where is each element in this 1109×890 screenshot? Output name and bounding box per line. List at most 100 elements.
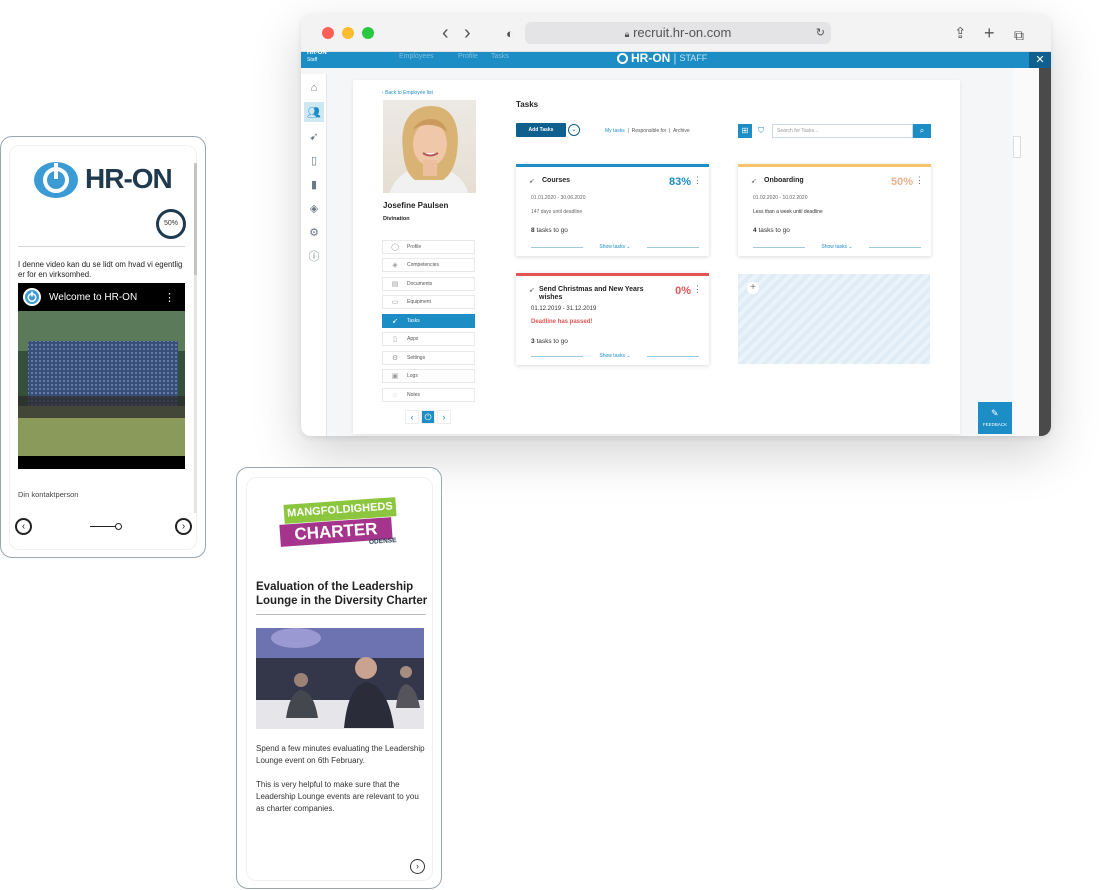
app-product: STAFF (679, 53, 708, 63)
rocket-icon: ➹ (529, 178, 535, 185)
task-search-input[interactable]: Search for Tasks... (772, 124, 913, 138)
reload-icon[interactable]: ↻ (816, 22, 825, 44)
note-icon: ◌ (392, 391, 398, 399)
menu-item-equipment[interactable]: ▭ Equipment (382, 295, 475, 309)
step-slider[interactable] (90, 522, 122, 530)
rocket-icon[interactable]: ➹ (304, 126, 324, 146)
log-icon: ▣ (391, 373, 399, 380)
contact-label: Din kontaktperson (18, 490, 79, 499)
next-arrow-icon[interactable]: › (410, 859, 425, 874)
more-options-icon[interactable]: ⋮ (915, 175, 924, 186)
team-photo (18, 311, 185, 456)
task-card-percent: 83% (668, 176, 691, 188)
info-icon[interactable]: ⓘ (304, 246, 324, 266)
tabs-overview-icon[interactable]: ⧉ (1014, 25, 1024, 45)
progress-indicator: 50% (156, 209, 186, 239)
pager-prev-button[interactable]: ‹ (405, 410, 419, 424)
app-nav-employees[interactable]: Employees (399, 53, 434, 60)
employee-photo (383, 100, 476, 193)
menu-item-documents[interactable]: ▤ Documents (382, 277, 475, 291)
graduation-icon[interactable]: ◈ (304, 198, 324, 218)
employee-pager: ‹ ⏻ › (405, 410, 451, 424)
pager-next-button[interactable]: › (437, 410, 451, 424)
battery-icon[interactable]: ▮ (304, 174, 324, 194)
window-close-button[interactable] (322, 27, 334, 39)
share-icon[interactable]: ⇪ (954, 24, 967, 44)
filter-archive[interactable]: Archive (673, 128, 690, 134)
previous-arrow-icon[interactable]: ‹ (15, 518, 32, 535)
menu-item-competencies[interactable]: ◈ Competencies (382, 258, 475, 272)
more-options-icon[interactable]: ⋮ (693, 284, 702, 295)
search-icon[interactable]: ⌕ (913, 124, 931, 138)
address-bar[interactable]: 🔒︎ recruit.hr-on.com ↻ (525, 22, 831, 44)
window-minimize-button[interactable] (342, 27, 354, 39)
feedback-label: FEEDBACK (982, 422, 1008, 427)
background-overlay (1039, 68, 1051, 436)
settings-icon[interactable]: ⚙ (304, 222, 324, 242)
app-sidebar: ⌂ 👥︎ ➹ ▯ ▮ ◈ ⚙ ⓘ (301, 74, 327, 436)
url-text: recruit.hr-on.com (633, 25, 732, 40)
new-tab-icon[interactable]: + (984, 23, 995, 43)
hr-on-logo: HR-ON (33, 159, 173, 199)
employee-panel: ‹ Back to Employee list Josefine Paulsen… (353, 80, 960, 434)
phone-icon[interactable]: ▯ (304, 150, 324, 170)
divider (256, 614, 426, 615)
filter-icon[interactable]: ⛉ (755, 124, 767, 138)
sidebar-toggle-icon[interactable]: ◐ (506, 24, 514, 44)
scrollbar[interactable] (194, 163, 197, 513)
back-link[interactable]: ‹ Back to Employee list (382, 90, 433, 96)
filter-responsible-for[interactable]: Responsible for (632, 128, 667, 134)
video-thumbnail[interactable] (18, 311, 185, 456)
add-task-card[interactable]: + (738, 274, 930, 364)
pager-power-icon[interactable]: ⏻ (421, 410, 435, 424)
task-card-christmas-wishes[interactable]: ➹ Send Christmas and New Years wishes 0%… (516, 273, 709, 365)
menu-label: Settings (407, 355, 426, 361)
feedback-button[interactable]: ✎ FEEDBACK (978, 402, 1012, 434)
app-header: HR-ON Staff Employees Profile Tasks HR-O… (301, 50, 1051, 68)
task-card-dates: 01.01.2020 - 30.06.2020 (531, 195, 586, 201)
task-card-courses[interactable]: ➹ Courses 83% ⋮ 01.01.2020 - 30.06.2020 … (516, 164, 709, 256)
home-icon[interactable]: ⌂ (304, 78, 324, 98)
task-card-count: 4 tasks to go (753, 227, 790, 234)
menu-item-settings[interactable]: ⚙ Settings (382, 351, 475, 365)
forward-arrow-icon[interactable]: › (464, 23, 471, 43)
task-card-percent: 50% (890, 176, 913, 188)
menu-label: Profile (407, 244, 422, 250)
task-card-count: 8 tasks to go (531, 227, 568, 234)
window-zoom-button[interactable] (362, 27, 374, 39)
scrollbar-thumb[interactable] (194, 163, 197, 275)
menu-label: Documents (407, 281, 433, 287)
menu-item-profile[interactable]: ◯ Profile (382, 240, 475, 254)
task-card-count: 3 tasks to go (531, 338, 568, 345)
show-tasks-link[interactable]: Show tasks ⌄ (531, 353, 699, 359)
settings-icon: ⚙ (391, 355, 399, 362)
users-icon[interactable]: 👥︎ (304, 102, 324, 122)
app-nav-tasks[interactable]: Tasks (491, 53, 509, 60)
intro-text: I denne video kan du se lidt om hvad vi … (18, 260, 183, 279)
task-filters: My tasks | Responsible for | Archive (605, 128, 690, 134)
grid-view-icon[interactable]: ⊞ (738, 124, 752, 138)
rocket-icon: ➹ (529, 287, 535, 294)
show-tasks-link[interactable]: Show tasks ⌄ (531, 244, 699, 250)
menu-item-notes[interactable]: ◌ Notes (382, 388, 475, 402)
app-nav-profile[interactable]: Profile (458, 53, 478, 60)
back-arrow-icon[interactable]: ‹ (442, 23, 449, 43)
more-options-icon[interactable]: ⋮ (164, 291, 175, 304)
phone-mockup-onboarding: HR-ON 50% I denne video kan du se lidt o… (0, 136, 206, 558)
background-panel-edge (1013, 136, 1021, 158)
slider-knob[interactable] (115, 522, 122, 530)
menu-item-apps[interactable]: ▯ Apps (382, 332, 475, 346)
filter-my-tasks[interactable]: My tasks (605, 128, 625, 134)
close-icon[interactable]: ✕ (1029, 52, 1051, 68)
menu-item-tasks[interactable]: ➹ Tasks (382, 314, 475, 328)
video-player[interactable]: Welcome to HR-ON ⋮ (18, 283, 185, 469)
pencil-icon: ✎ (991, 408, 999, 418)
menu-item-logs[interactable]: ▣ Logs (382, 369, 475, 383)
next-arrow-icon[interactable]: › (175, 518, 192, 535)
task-card-onboarding[interactable]: ➹ Onboarding 50% ⋮ 01.02.2020 - 10.02.20… (738, 164, 931, 256)
add-tasks-button[interactable]: Add Tasks (516, 123, 566, 137)
chevron-down-icon[interactable]: ⌄ (568, 124, 580, 136)
hr-on-logo-text: HR-ON (85, 163, 173, 194)
more-options-icon[interactable]: ⋮ (693, 175, 702, 186)
show-tasks-link[interactable]: Show tasks ⌄ (753, 244, 921, 250)
